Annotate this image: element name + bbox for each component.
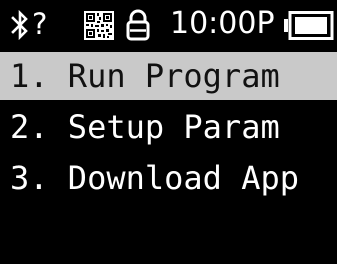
main-menu: 1. Run Program 2. Setup Param 3. Downloa… xyxy=(0,52,337,205)
clock: 10:00P xyxy=(170,6,275,41)
battery-icon xyxy=(284,11,334,40)
device-screen: ? 10:00P 1. Run Program 2. Setup Param 3… xyxy=(0,0,337,264)
menu-item-label: 1. Run Program xyxy=(10,57,280,95)
unknown-status-indicator: ? xyxy=(32,7,48,41)
qr-code-icon xyxy=(84,11,114,40)
status-bar: ? 10:00P xyxy=(0,0,337,52)
lock-icon xyxy=(126,9,150,41)
menu-item-label: 3. Download App xyxy=(10,159,299,197)
menu-item-run-program[interactable]: 1. Run Program xyxy=(0,52,337,100)
bluetooth-icon xyxy=(11,10,28,40)
menu-item-setup-param[interactable]: 2. Setup Param xyxy=(0,103,337,151)
menu-item-download-app[interactable]: 3. Download App xyxy=(0,154,337,202)
menu-item-label: 2. Setup Param xyxy=(10,108,280,146)
